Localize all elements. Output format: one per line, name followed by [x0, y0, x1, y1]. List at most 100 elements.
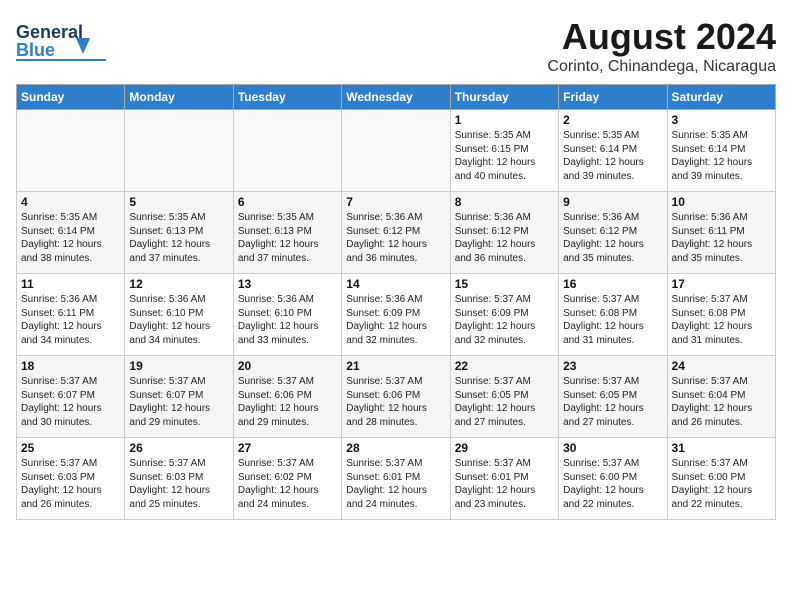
main-title: August 2024 [547, 16, 776, 58]
header-day-wednesday: Wednesday [342, 85, 450, 110]
header-day-monday: Monday [125, 85, 233, 110]
calendar-cell [17, 110, 125, 192]
day-number: 15 [455, 277, 554, 291]
calendar-cell: 23 Sunrise: 5:37 AM Sunset: 6:05 PM Dayli… [559, 356, 667, 438]
svg-text:General: General [16, 22, 83, 42]
calendar-body: 1 Sunrise: 5:35 AM Sunset: 6:15 PM Daylig… [17, 110, 776, 520]
day-info: Sunrise: 5:35 AM Sunset: 6:13 PM Dayligh… [238, 211, 337, 265]
day-number: 13 [238, 277, 337, 291]
week-row-5: 25 Sunrise: 5:37 AM Sunset: 6:03 PM Dayli… [17, 438, 776, 520]
calendar-cell: 26Sunrise: 5:37 AM Sunset: 6:03 PM Dayli… [125, 438, 233, 520]
subtitle: Corinto, Chinandega, Nicaragua [547, 58, 776, 76]
calendar-cell: 12 Sunrise: 5:36 AM Sunset: 6:10 PM Dayli… [125, 274, 233, 356]
day-info: Sunrise: 5:37 AM Sunset: 6:05 PM Dayligh… [563, 375, 662, 429]
calendar-cell: 24Sunrise: 5:37 AM Sunset: 6:04 PM Dayli… [667, 356, 775, 438]
calendar-cell [233, 110, 341, 192]
day-info: Sunrise: 5:37 AM Sunset: 6:04 PM Dayligh… [672, 375, 771, 429]
logo-svg: General Blue [16, 16, 106, 64]
day-number: 23 [563, 359, 662, 373]
calendar-cell: 28 Sunrise: 5:37 AM Sunset: 6:01 PM Dayli… [342, 438, 450, 520]
day-number: 4 [21, 195, 120, 209]
day-number: 31 [672, 441, 771, 455]
svg-text:Blue: Blue [16, 40, 55, 60]
calendar-cell: 31 Sunrise: 5:37 AM Sunset: 6:00 PM Dayli… [667, 438, 775, 520]
day-info: Sunrise: 5:37 AM Sunset: 6:06 PM Dayligh… [238, 375, 337, 429]
day-info: Sunrise: 5:37 AM Sunset: 6:01 PM Dayligh… [455, 457, 554, 511]
calendar-cell: 16 Sunrise: 5:37 AM Sunset: 6:08 PM Dayli… [559, 274, 667, 356]
day-number: 19 [129, 359, 228, 373]
calendar-header: SundayMondayTuesdayWednesdayThursdayFrid… [17, 85, 776, 110]
title-block: August 2024 Corinto, Chinandega, Nicarag… [547, 16, 776, 76]
calendar-cell [125, 110, 233, 192]
header-day-saturday: Saturday [667, 85, 775, 110]
day-info: Sunrise: 5:37 AM Sunset: 6:03 PM Dayligh… [21, 457, 120, 511]
day-info: Sunrise: 5:36 AM Sunset: 6:12 PM Dayligh… [455, 211, 554, 265]
calendar-cell: 20 Sunrise: 5:37 AM Sunset: 6:06 PM Dayli… [233, 356, 341, 438]
calendar-cell: 3Sunrise: 5:35 AM Sunset: 6:14 PM Daylig… [667, 110, 775, 192]
header-day-thursday: Thursday [450, 85, 558, 110]
day-info: Sunrise: 5:35 AM Sunset: 6:14 PM Dayligh… [672, 129, 771, 183]
header-day-sunday: Sunday [17, 85, 125, 110]
day-number: 22 [455, 359, 554, 373]
day-info: Sunrise: 5:35 AM Sunset: 6:13 PM Dayligh… [129, 211, 228, 265]
day-info: Sunrise: 5:35 AM Sunset: 6:14 PM Dayligh… [563, 129, 662, 183]
day-number: 11 [21, 277, 120, 291]
day-info: Sunrise: 5:35 AM Sunset: 6:14 PM Dayligh… [21, 211, 120, 265]
calendar-cell: 25 Sunrise: 5:37 AM Sunset: 6:03 PM Dayli… [17, 438, 125, 520]
calendar-cell: 18 Sunrise: 5:37 AM Sunset: 6:07 PM Dayli… [17, 356, 125, 438]
day-number: 21 [346, 359, 445, 373]
calendar-cell: 17Sunrise: 5:37 AM Sunset: 6:08 PM Dayli… [667, 274, 775, 356]
day-number: 28 [346, 441, 445, 455]
calendar-cell: 19 Sunrise: 5:37 AM Sunset: 6:07 PM Dayli… [125, 356, 233, 438]
day-info: Sunrise: 5:37 AM Sunset: 6:03 PM Dayligh… [129, 457, 228, 511]
calendar-cell: 9Sunrise: 5:36 AM Sunset: 6:12 PM Daylig… [559, 192, 667, 274]
calendar-cell: 4 Sunrise: 5:35 AM Sunset: 6:14 PM Daylig… [17, 192, 125, 274]
day-number: 2 [563, 113, 662, 127]
day-info: Sunrise: 5:37 AM Sunset: 6:00 PM Dayligh… [672, 457, 771, 511]
day-number: 12 [129, 277, 228, 291]
day-info: Sunrise: 5:37 AM Sunset: 6:07 PM Dayligh… [21, 375, 120, 429]
calendar-cell: 13Sunrise: 5:36 AM Sunset: 6:10 PM Dayli… [233, 274, 341, 356]
day-info: Sunrise: 5:37 AM Sunset: 6:07 PM Dayligh… [129, 375, 228, 429]
day-info: Sunrise: 5:36 AM Sunset: 6:09 PM Dayligh… [346, 293, 445, 347]
calendar-cell: 30 Sunrise: 5:37 AM Sunset: 6:00 PM Dayli… [559, 438, 667, 520]
day-number: 10 [672, 195, 771, 209]
day-info: Sunrise: 5:35 AM Sunset: 6:15 PM Dayligh… [455, 129, 554, 183]
day-number: 9 [563, 195, 662, 209]
calendar-cell: 1 Sunrise: 5:35 AM Sunset: 6:15 PM Daylig… [450, 110, 558, 192]
calendar-cell: 11Sunrise: 5:36 AM Sunset: 6:11 PM Dayli… [17, 274, 125, 356]
day-number: 16 [563, 277, 662, 291]
calendar-cell: 15 Sunrise: 5:37 AM Sunset: 6:09 PM Dayli… [450, 274, 558, 356]
day-info: Sunrise: 5:37 AM Sunset: 6:02 PM Dayligh… [238, 457, 337, 511]
calendar-cell: 7Sunrise: 5:36 AM Sunset: 6:12 PM Daylig… [342, 192, 450, 274]
day-number: 5 [129, 195, 228, 209]
day-info: Sunrise: 5:36 AM Sunset: 6:10 PM Dayligh… [129, 293, 228, 347]
day-info: Sunrise: 5:37 AM Sunset: 6:00 PM Dayligh… [563, 457, 662, 511]
day-info: Sunrise: 5:37 AM Sunset: 6:09 PM Dayligh… [455, 293, 554, 347]
calendar-cell: 22 Sunrise: 5:37 AM Sunset: 6:05 PM Dayli… [450, 356, 558, 438]
day-number: 27 [238, 441, 337, 455]
day-info: Sunrise: 5:37 AM Sunset: 6:08 PM Dayligh… [563, 293, 662, 347]
day-number: 20 [238, 359, 337, 373]
calendar-table: SundayMondayTuesdayWednesdayThursdayFrid… [16, 84, 776, 520]
calendar-cell: 27 Sunrise: 5:37 AM Sunset: 6:02 PM Dayli… [233, 438, 341, 520]
day-info: Sunrise: 5:36 AM Sunset: 6:12 PM Dayligh… [346, 211, 445, 265]
day-info: Sunrise: 5:36 AM Sunset: 6:11 PM Dayligh… [672, 211, 771, 265]
day-info: Sunrise: 5:37 AM Sunset: 6:05 PM Dayligh… [455, 375, 554, 429]
day-number: 14 [346, 277, 445, 291]
calendar-cell: 8Sunrise: 5:36 AM Sunset: 6:12 PM Daylig… [450, 192, 558, 274]
calendar-cell: 10 Sunrise: 5:36 AM Sunset: 6:11 PM Dayli… [667, 192, 775, 274]
week-row-1: 1 Sunrise: 5:35 AM Sunset: 6:15 PM Daylig… [17, 110, 776, 192]
header-day-tuesday: Tuesday [233, 85, 341, 110]
day-number: 1 [455, 113, 554, 127]
page-header: General Blue August 2024 Corinto, Chinan… [16, 16, 776, 76]
calendar-cell: 29Sunrise: 5:37 AM Sunset: 6:01 PM Dayli… [450, 438, 558, 520]
day-number: 30 [563, 441, 662, 455]
day-info: Sunrise: 5:37 AM Sunset: 6:01 PM Dayligh… [346, 457, 445, 511]
calendar-cell: 5 Sunrise: 5:35 AM Sunset: 6:13 PM Daylig… [125, 192, 233, 274]
day-number: 25 [21, 441, 120, 455]
day-info: Sunrise: 5:37 AM Sunset: 6:06 PM Dayligh… [346, 375, 445, 429]
day-number: 18 [21, 359, 120, 373]
week-row-2: 4 Sunrise: 5:35 AM Sunset: 6:14 PM Daylig… [17, 192, 776, 274]
calendar-cell: 2 Sunrise: 5:35 AM Sunset: 6:14 PM Daylig… [559, 110, 667, 192]
